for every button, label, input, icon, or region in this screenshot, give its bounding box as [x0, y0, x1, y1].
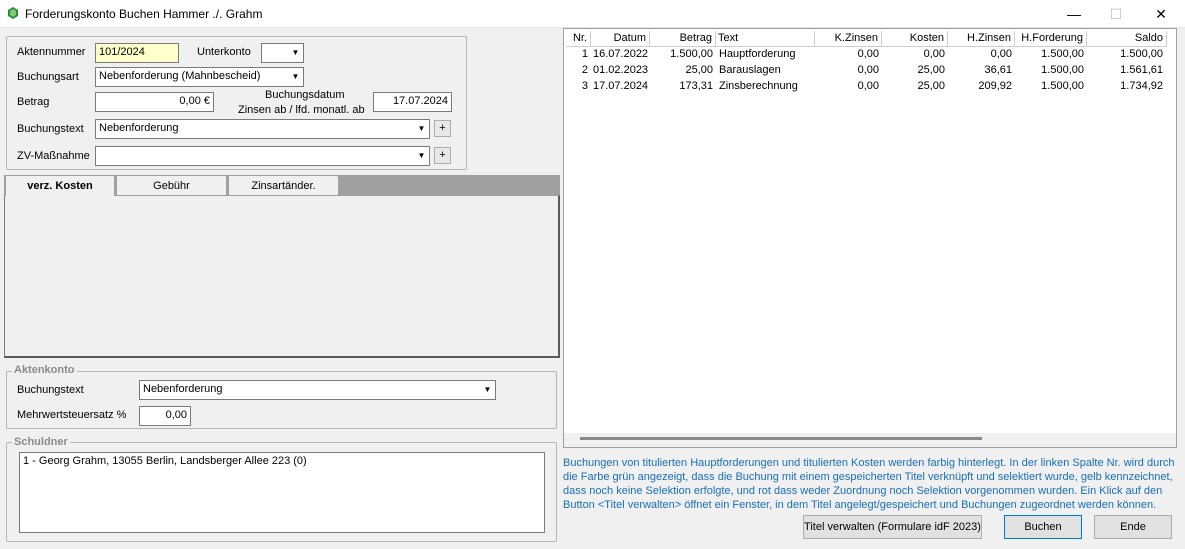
cell-kosten: 0,00 [923, 48, 945, 60]
app-icon [8, 7, 18, 19]
minimize-button[interactable]: — [1051, 0, 1097, 28]
cell-hforderung: 1.500,00 [1041, 48, 1084, 60]
cell-kzinsen: 0,00 [857, 64, 879, 76]
aktennummer-label: Aktennummer [17, 46, 86, 58]
buchungsdatum-label: Buchungsdatum [265, 89, 345, 101]
chevron-down-icon[interactable]: ▼ [414, 147, 429, 165]
cell-hzinsen: 36,61 [984, 64, 1012, 76]
chevron-down-icon[interactable]: ▼ [480, 381, 495, 399]
info-text: Buchungen von titulierten Hauptforderung… [563, 457, 1175, 511]
chevron-down-icon[interactable]: ▼ [288, 44, 303, 62]
tab-verz-kosten[interactable]: verz. Kosten [5, 175, 115, 196]
buchungsart-value: Nebenforderung (Mahnbescheid) [99, 70, 261, 82]
booking-table[interactable]: Nr. Datum Betrag Text K.Zinsen Kosten H.… [563, 28, 1177, 448]
chevron-down-icon[interactable]: ▼ [414, 120, 429, 138]
column-header-betrag[interactable]: Betrag [650, 31, 716, 47]
cell-datum: 16.07.2022 [593, 48, 649, 60]
ende-button[interactable]: Ende [1094, 515, 1172, 539]
buchungstext-value: Nebenforderung [99, 122, 179, 134]
column-header-hforderung[interactable]: H.Forderung [1015, 31, 1087, 47]
cell-text: Zinsberechnung [719, 80, 798, 92]
cell-hzinsen: 0,00 [990, 48, 1012, 60]
cell-kzinsen: 0,00 [857, 48, 879, 60]
horizontal-scrollbar-thumb[interactable] [580, 437, 982, 440]
column-header-kosten[interactable]: Kosten [882, 31, 948, 47]
cell-betrag: 173,31 [679, 80, 713, 92]
mwst-field[interactable]: 0,00 [139, 406, 191, 426]
tab-gebuehr[interactable]: Gebühr [116, 175, 227, 195]
schuldner-legend: Schuldner [12, 436, 70, 448]
buchen-button[interactable]: Buchen [1004, 515, 1082, 539]
mwst-label: Mehrwertsteuersatz % [17, 409, 127, 421]
add-buchungstext-button[interactable]: + [434, 120, 451, 137]
window-title: Forderungskonto Buchen Hammer ./. Grahm [25, 7, 263, 21]
betrag-field[interactable]: 0,00 € [95, 92, 214, 112]
titel-verwalten-button[interactable]: Titel verwalten (Formulare idF 2023) [803, 515, 982, 539]
column-header-text[interactable]: Text [716, 31, 815, 47]
cell-kzinsen: 0,00 [857, 80, 879, 92]
buchungsart-label: Buchungsart [17, 71, 79, 83]
unterkonto-select[interactable]: ▼ [261, 43, 304, 63]
buchungstext-select[interactable]: Nebenforderung ▼ [95, 119, 430, 139]
buchungsdatum-field[interactable]: 17.07.2024 [373, 92, 452, 112]
cell-saldo: 1.734,92 [1120, 80, 1163, 92]
aktenkonto-buchungstext-value: Nebenforderung [143, 383, 223, 395]
aktennummer-field[interactable]: 101/2024 [95, 43, 179, 63]
cell-hzinsen: 209,92 [978, 80, 1012, 92]
column-header-kzinsen[interactable]: K.Zinsen [815, 31, 882, 47]
unterkonto-label: Unterkonto [197, 46, 251, 58]
cell-hforderung: 1.500,00 [1041, 80, 1084, 92]
column-header-hzinsen[interactable]: H.Zinsen [948, 31, 1015, 47]
aktenkonto-legend: Aktenkonto [12, 364, 77, 376]
betrag-label: Betrag [17, 96, 50, 108]
cell-datum: 17.07.2024 [593, 80, 649, 92]
aktenkonto-buchungstext-select[interactable]: Nebenforderung ▼ [139, 380, 496, 400]
list-item[interactable]: 1 - Georg Grahm, 13055 Berlin, Landsberg… [23, 455, 541, 467]
schuldner-list[interactable]: 1 - Georg Grahm, 13055 Berlin, Landsberg… [19, 452, 545, 533]
cell-kosten: 25,00 [917, 64, 945, 76]
column-header-saldo[interactable]: Saldo [1087, 31, 1167, 47]
cell-betrag: 25,00 [685, 64, 713, 76]
cell-text: Hauptforderung [719, 48, 796, 60]
cell-saldo: 1.500,00 [1120, 48, 1163, 60]
cell-nr: 3 [581, 80, 588, 92]
cell-kosten: 25,00 [917, 80, 945, 92]
close-button[interactable]: ✕ [1138, 0, 1184, 28]
chevron-down-icon[interactable]: ▼ [288, 68, 303, 86]
cell-saldo: 1.561,61 [1120, 64, 1163, 76]
cell-datum: 01.02.2023 [593, 64, 649, 76]
zv-massnahme-label: ZV-Maßnahme [17, 150, 90, 162]
buchungstext-label: Buchungstext [17, 123, 84, 135]
cell-nr: 1 [581, 48, 588, 60]
cell-hforderung: 1.500,00 [1041, 64, 1084, 76]
horizontal-scrollbar-track[interactable] [564, 433, 1176, 447]
tab-panel [4, 195, 560, 358]
tab-zinsartaenderung[interactable]: Zinsartänder. [228, 175, 339, 195]
zv-massnahme-select[interactable]: ▼ [95, 146, 430, 166]
cell-text: Barauslagen [719, 64, 781, 76]
cell-betrag: 1.500,00 [670, 48, 713, 60]
cell-nr: 2 [581, 64, 588, 76]
buchungsart-select[interactable]: Nebenforderung (Mahnbescheid) ▼ [95, 67, 304, 87]
column-header-nr[interactable]: Nr. [566, 31, 591, 47]
zinsen-ab-label: Zinsen ab / lfd. monatl. ab [238, 104, 365, 116]
add-zv-massnahme-button[interactable]: + [434, 147, 451, 164]
aktenkonto-buchungstext-label: Buchungstext [17, 384, 84, 396]
title-bar: Forderungskonto Buchen Hammer ./. Grahm … [0, 0, 1185, 28]
column-header-datum[interactable]: Datum [591, 31, 650, 47]
maximize-button[interactable]: ☐ [1093, 0, 1139, 28]
